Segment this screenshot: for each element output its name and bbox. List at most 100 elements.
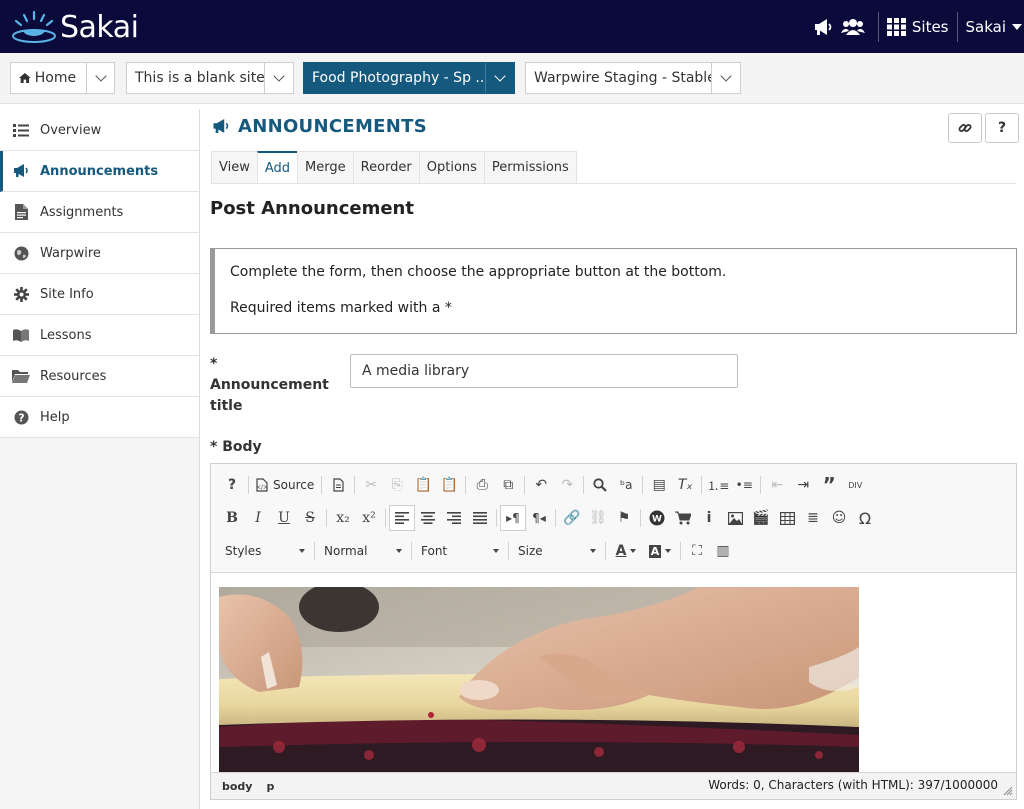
bold-icon[interactable]: B bbox=[219, 505, 245, 531]
source-button[interactable]: </> Source bbox=[252, 472, 318, 498]
align-left-icon[interactable] bbox=[389, 505, 415, 531]
new-page-icon[interactable] bbox=[325, 472, 351, 498]
sakai-logo[interactable]: Sakai bbox=[10, 8, 139, 46]
justify-icon[interactable] bbox=[467, 505, 493, 531]
help-button-label: ? bbox=[997, 120, 1007, 136]
replace-icon[interactable]: ᵇa bbox=[613, 472, 639, 498]
find-icon[interactable] bbox=[587, 472, 613, 498]
info-marker-icon[interactable]: ⅰ bbox=[696, 505, 722, 531]
undo-icon[interactable]: ↶ bbox=[528, 472, 554, 498]
user-menu[interactable]: Sakai bbox=[966, 18, 1022, 36]
site-tab-food-photography[interactable]: Food Photography - Sp ... bbox=[303, 62, 515, 94]
sidebar-item-warpwire[interactable]: Warpwire bbox=[0, 233, 200, 274]
subscript-icon[interactable]: x₂ bbox=[330, 505, 356, 531]
sidebar-item-lessons[interactable]: Lessons bbox=[0, 315, 200, 356]
announcements-icon[interactable] bbox=[810, 14, 836, 40]
sidebar-item-help[interactable]: ? Help bbox=[0, 397, 200, 438]
sidebar-item-announcements[interactable]: Announcements bbox=[0, 151, 200, 192]
site-tab-dropdown[interactable] bbox=[86, 63, 114, 93]
increase-indent-icon[interactable]: ⇥ bbox=[790, 472, 816, 498]
blockquote-icon[interactable]: ” bbox=[816, 472, 842, 498]
help-button[interactable]: ? bbox=[985, 113, 1019, 143]
italic-icon[interactable]: I bbox=[245, 505, 271, 531]
list-icon bbox=[12, 122, 30, 138]
text-direction-rtl-icon[interactable]: ¶◂ bbox=[526, 505, 552, 531]
unlink-icon[interactable]: ⛓ bbox=[585, 505, 611, 531]
paste-text-icon[interactable]: 📋 bbox=[436, 472, 462, 498]
link-button[interactable] bbox=[948, 113, 982, 143]
help-icon[interactable]: ? bbox=[219, 472, 245, 498]
size-dropdown[interactable]: Size bbox=[512, 539, 602, 563]
cut-icon[interactable]: ✂ bbox=[358, 472, 384, 498]
decrease-indent-icon[interactable]: ⇤ bbox=[764, 472, 790, 498]
sidebar-item-site-info[interactable]: Site Info bbox=[0, 274, 200, 315]
cart-icon[interactable] bbox=[670, 505, 696, 531]
format-label: Normal bbox=[324, 544, 368, 558]
align-right-icon[interactable] bbox=[441, 505, 467, 531]
site-tab-blank-site[interactable]: This is a blank site bbox=[126, 62, 294, 94]
strikethrough-icon[interactable]: S bbox=[297, 505, 323, 531]
caret-down-icon bbox=[396, 549, 402, 553]
sidebar-item-overview[interactable]: Overview bbox=[0, 110, 200, 151]
smiley-icon[interactable]: ☺ bbox=[826, 505, 852, 531]
text-direction-ltr-icon[interactable]: ▸¶ bbox=[500, 505, 526, 531]
redo-icon[interactable]: ↷ bbox=[554, 472, 580, 498]
embedded-video-thumbnail[interactable] bbox=[219, 587, 859, 773]
underline-icon[interactable]: U bbox=[271, 505, 297, 531]
horizontal-line-icon[interactable]: ≣ bbox=[800, 505, 826, 531]
align-center-icon[interactable] bbox=[415, 505, 441, 531]
announcement-title-input[interactable] bbox=[350, 354, 738, 388]
editor-toolbar-row-2: B I U S x₂ x² ▸¶ ¶◂ 🔗 ⛓ ⚑ W ⅰ 🎬 ≣ ☺ Ω bbox=[219, 505, 878, 531]
tab-reorder[interactable]: Reorder bbox=[352, 151, 419, 183]
special-char-icon[interactable]: Ω bbox=[852, 505, 878, 531]
sites-button[interactable]: Sites bbox=[886, 17, 949, 36]
templates-icon[interactable]: ⧉ bbox=[495, 472, 521, 498]
site-tab-dropdown[interactable] bbox=[485, 63, 514, 93]
site-tab-warpwire-staging[interactable]: Warpwire Staging - Stable bbox=[525, 62, 741, 94]
site-tab-dropdown[interactable] bbox=[711, 63, 740, 93]
sidebar-item-resources[interactable]: Resources bbox=[0, 356, 200, 397]
tab-permissions[interactable]: Permissions bbox=[483, 151, 577, 183]
div-container-icon[interactable]: DIV bbox=[842, 472, 868, 498]
image-icon[interactable] bbox=[722, 505, 748, 531]
tab-label: Permissions bbox=[491, 160, 569, 175]
video-icon[interactable]: 🎬 bbox=[748, 505, 774, 531]
bulleted-list-icon[interactable]: •≡ bbox=[731, 472, 757, 498]
element-path-body[interactable]: body bbox=[222, 780, 252, 793]
font-dropdown[interactable]: Font bbox=[415, 539, 505, 563]
format-dropdown[interactable]: Normal bbox=[318, 539, 408, 563]
site-tab-home[interactable]: Home bbox=[10, 62, 115, 94]
link-icon[interactable]: 🔗 bbox=[559, 505, 585, 531]
resize-handle-icon[interactable] bbox=[1003, 786, 1013, 796]
print-icon[interactable]: ⎙ bbox=[469, 472, 495, 498]
numbered-list-icon[interactable]: ⒈≡ bbox=[705, 472, 731, 498]
background-color-icon[interactable]: A bbox=[643, 538, 677, 564]
tab-options[interactable]: Options bbox=[418, 151, 484, 183]
title-field-label: * Announcement title bbox=[210, 354, 340, 417]
users-icon[interactable] bbox=[840, 14, 866, 40]
remove-format-icon[interactable]: Tₓ bbox=[672, 472, 698, 498]
site-navigation: Home This is a blank site Food Photograp… bbox=[0, 53, 1024, 104]
superscript-icon[interactable]: x² bbox=[356, 505, 382, 531]
element-path-p[interactable]: p bbox=[266, 780, 274, 793]
anchor-flag-icon[interactable]: ⚑ bbox=[611, 505, 637, 531]
site-tab-dropdown[interactable] bbox=[264, 63, 293, 93]
required-note: Required items marked with a * bbox=[230, 300, 452, 316]
tab-merge[interactable]: Merge bbox=[297, 151, 353, 183]
paste-icon[interactable]: 📋 bbox=[410, 472, 436, 498]
sidebar-item-assignments[interactable]: Assignments bbox=[0, 192, 200, 233]
text-color-icon[interactable]: A bbox=[609, 538, 643, 564]
styles-dropdown[interactable]: Styles bbox=[219, 539, 311, 563]
maximize-icon[interactable]: ⛶ bbox=[684, 538, 710, 564]
select-all-icon[interactable]: ▤ bbox=[646, 472, 672, 498]
copy-icon[interactable]: ⎘ bbox=[384, 472, 410, 498]
tab-add[interactable]: Add bbox=[256, 151, 298, 183]
tab-view[interactable]: View bbox=[211, 151, 257, 183]
instructions-box: Complete the form, then choose the appro… bbox=[210, 248, 1017, 334]
table-icon[interactable] bbox=[774, 505, 800, 531]
site-tab-label: This is a blank site bbox=[135, 70, 264, 86]
editor-content-area[interactable] bbox=[211, 572, 1016, 773]
warpwire-icon[interactable]: W bbox=[644, 505, 670, 531]
sidebar-item-label: Site Info bbox=[40, 286, 94, 302]
show-blocks-icon[interactable]: ▥ bbox=[710, 538, 736, 564]
